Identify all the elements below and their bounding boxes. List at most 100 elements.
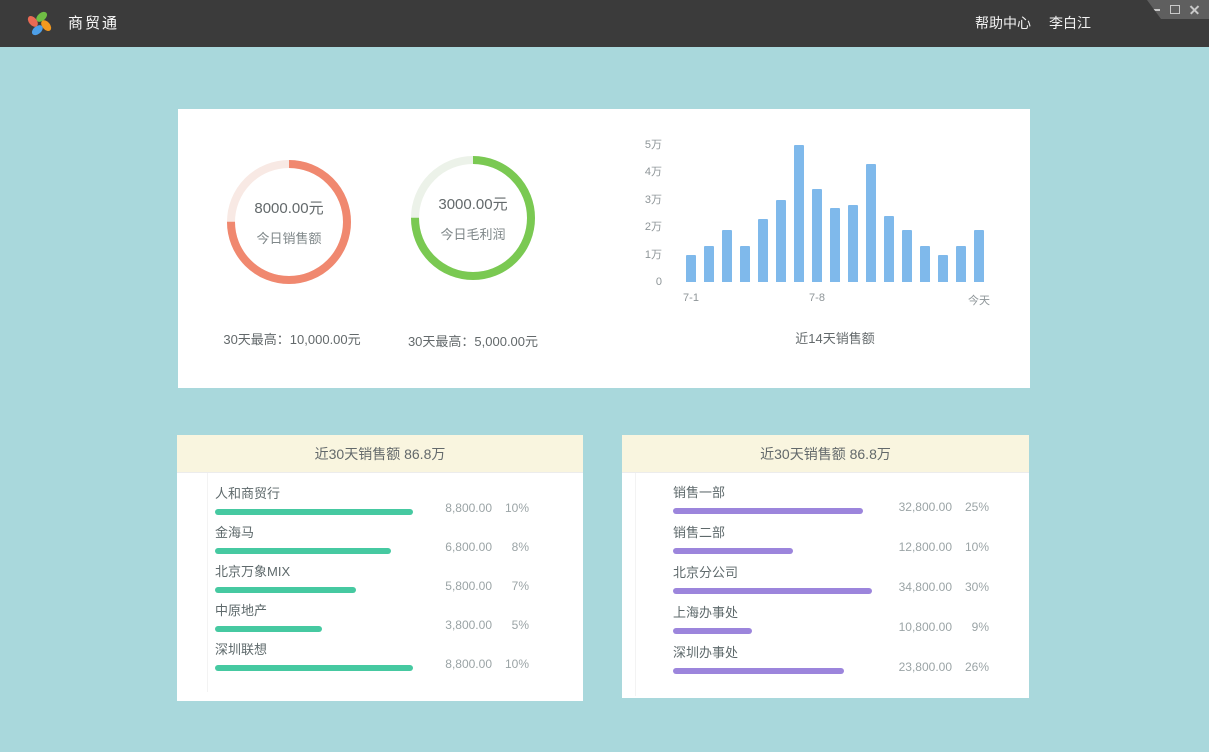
bar-chart-title: 近14天销售额 xyxy=(795,328,874,347)
ranking-item-percent: 30% xyxy=(952,580,989,594)
daily-sales-bar-chart: 01万2万3万4万5万 近14天销售额 7-17-8今天 xyxy=(686,132,984,352)
ranking-item-percent: 10% xyxy=(492,501,529,515)
ranking-row: 金海马6,800.008% xyxy=(215,526,529,565)
ranking-item-bar xyxy=(215,587,356,593)
today-sales-label: 今日销售额 xyxy=(256,228,321,247)
ranking-row: 销售一部32,800.0025% xyxy=(673,486,989,526)
y-axis-tick: 0 xyxy=(620,276,662,289)
sales-bar xyxy=(740,246,750,282)
ranking-item-name: 北京分公司 xyxy=(673,566,989,580)
sales-bar xyxy=(722,230,732,282)
sales-bar xyxy=(830,208,840,282)
ranking-item-bar xyxy=(215,665,413,671)
today-sales-value: 8000.00元 xyxy=(254,197,323,218)
ranking-item-amount: 12,800.00 xyxy=(899,540,952,554)
ranking-item-name: 中原地产 xyxy=(215,604,529,618)
ranking-item-name: 销售二部 xyxy=(673,526,989,540)
ranking-item-bar xyxy=(673,548,793,554)
ranking-item-value: 23,800.0026% xyxy=(899,660,989,674)
titlebar: 商贸通 帮助中心 李白江 xyxy=(0,0,1209,47)
window-controls xyxy=(1147,0,1209,19)
ranking-item-value: 32,800.0025% xyxy=(899,500,989,514)
ranking-item-percent: 5% xyxy=(492,618,529,632)
ranking-item-value: 8,800.0010% xyxy=(445,657,529,671)
ranking-item-percent: 26% xyxy=(952,660,989,674)
ranking-item-bar xyxy=(215,548,391,554)
ranking-item-amount: 8,800.00 xyxy=(445,657,492,671)
app-logo-pinwheel-icon xyxy=(26,10,53,37)
ranking-item-percent: 7% xyxy=(492,579,529,593)
sales-bar xyxy=(920,246,930,282)
today-profit-gauge: 3000.00元 今日毛利润 xyxy=(404,149,542,287)
ranking-item-name: 人和商贸行 xyxy=(215,487,529,501)
sales-bar xyxy=(866,164,876,282)
ranking-item-bar xyxy=(673,668,844,674)
bar-chart-plot-area: 01万2万3万4万5万 xyxy=(686,132,984,282)
sales-bar xyxy=(848,205,858,282)
sales-bar xyxy=(686,255,696,283)
ranking-item-value: 34,800.0030% xyxy=(899,580,989,594)
username-menu[interactable]: 李白江 xyxy=(1049,0,1091,47)
customer-ranking-title: 近30天销售额 86.8万 xyxy=(177,435,583,473)
y-axis-tick: 5万 xyxy=(620,139,662,152)
ranking-item-value: 8,800.0010% xyxy=(445,501,529,515)
ranking-item-name: 深圳办事处 xyxy=(673,646,989,660)
today-profit-label: 今日毛利润 xyxy=(440,224,505,243)
y-axis-tick: 1万 xyxy=(620,249,662,262)
y-axis-tick: 3万 xyxy=(620,194,662,207)
sales-bar xyxy=(884,216,894,282)
ranking-row: 中原地产3,800.005% xyxy=(215,604,529,643)
sales-bar xyxy=(794,145,804,283)
profit-30day-max: 30天最高：5,000.00元 xyxy=(373,331,573,350)
ranking-item-name: 销售一部 xyxy=(673,486,989,500)
x-axis-label: 7-8 xyxy=(809,292,825,304)
ranking-item-bar xyxy=(673,588,872,594)
ranking-item-percent: 9% xyxy=(952,620,989,634)
minimize-icon[interactable] xyxy=(1151,9,1160,11)
close-icon[interactable] xyxy=(1190,5,1200,15)
sales-bar xyxy=(938,255,948,283)
ranking-item-amount: 6,800.00 xyxy=(445,540,492,554)
ranking-row: 深圳联想8,800.0010% xyxy=(215,643,529,682)
app-title: 商贸通 xyxy=(68,0,119,47)
customer-ranking-card: 近30天销售额 86.8万 人和商贸行8,800.0010%金海马6,800.0… xyxy=(177,435,583,701)
today-profit-value: 3000.00元 xyxy=(438,193,507,214)
y-axis-tick: 2万 xyxy=(620,221,662,234)
ranking-item-percent: 10% xyxy=(952,540,989,554)
ranking-item-bar xyxy=(673,508,863,514)
ranking-item-value: 10,800.009% xyxy=(899,620,989,634)
today-overview-card: 8000.00元 今日销售额 30天最高：10,000.00元 3000.00元… xyxy=(178,109,1030,388)
ranking-item-bar xyxy=(215,509,413,515)
ranking-item-value: 6,800.008% xyxy=(445,540,529,554)
x-axis-label: 7-1 xyxy=(683,292,699,304)
ranking-row: 北京分公司34,800.0030% xyxy=(673,566,989,606)
ranking-row: 北京万象MIX5,800.007% xyxy=(215,565,529,604)
ranking-item-value: 12,800.0010% xyxy=(899,540,989,554)
ranking-item-percent: 10% xyxy=(492,657,529,671)
ranking-item-amount: 34,800.00 xyxy=(899,580,952,594)
ranking-item-amount: 5,800.00 xyxy=(445,579,492,593)
ranking-item-percent: 8% xyxy=(492,540,529,554)
today-sales-gauge: 8000.00元 今日销售额 xyxy=(220,153,358,291)
ranking-item-amount: 3,800.00 xyxy=(445,618,492,632)
list-guide-line xyxy=(207,473,208,692)
bar-chart-bars xyxy=(686,132,984,282)
maximize-icon[interactable] xyxy=(1170,5,1180,14)
ranking-item-percent: 25% xyxy=(952,500,989,514)
sales-bar xyxy=(902,230,912,282)
department-ranking-card: 近30天销售额 86.8万 销售一部32,800.0025%销售二部12,800… xyxy=(622,435,1029,698)
ranking-row: 人和商贸行8,800.0010% xyxy=(215,487,529,526)
ranking-item-name: 上海办事处 xyxy=(673,606,989,620)
ranking-item-name: 金海马 xyxy=(215,526,529,540)
sales-bar xyxy=(974,230,984,282)
help-center-link[interactable]: 帮助中心 xyxy=(975,0,1031,47)
ranking-item-bar xyxy=(215,626,322,632)
ranking-item-amount: 10,800.00 xyxy=(899,620,952,634)
ranking-item-value: 5,800.007% xyxy=(445,579,529,593)
ranking-item-name: 北京万象MIX xyxy=(215,565,529,579)
sales-bar xyxy=(956,246,966,282)
ranking-row: 销售二部12,800.0010% xyxy=(673,526,989,566)
sales-30day-max: 30天最高：10,000.00元 xyxy=(192,329,392,348)
x-axis-label: 今天 xyxy=(968,292,990,308)
sales-bar xyxy=(704,246,714,282)
